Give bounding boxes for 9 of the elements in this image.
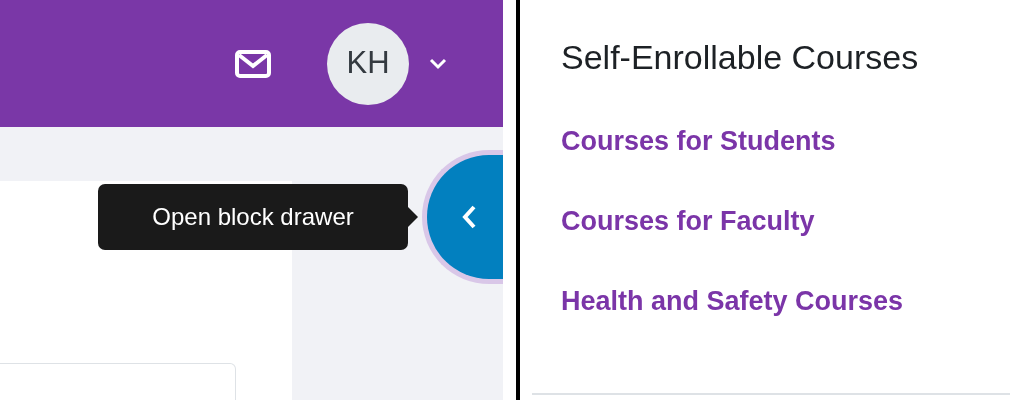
course-link[interactable]: Courses for Students	[561, 123, 836, 159]
course-link[interactable]: Courses for Faculty	[561, 203, 815, 239]
chevron-left-icon	[461, 204, 477, 230]
user-avatar[interactable]: KH	[327, 22, 409, 105]
mail-icon[interactable]	[235, 49, 271, 78]
block-title: Self-Enrollable Courses	[561, 37, 920, 78]
chevron-down-icon[interactable]	[429, 57, 447, 70]
tooltip: Open block drawer	[98, 184, 408, 250]
course-link[interactable]: Health and Safety Courses	[561, 283, 904, 319]
